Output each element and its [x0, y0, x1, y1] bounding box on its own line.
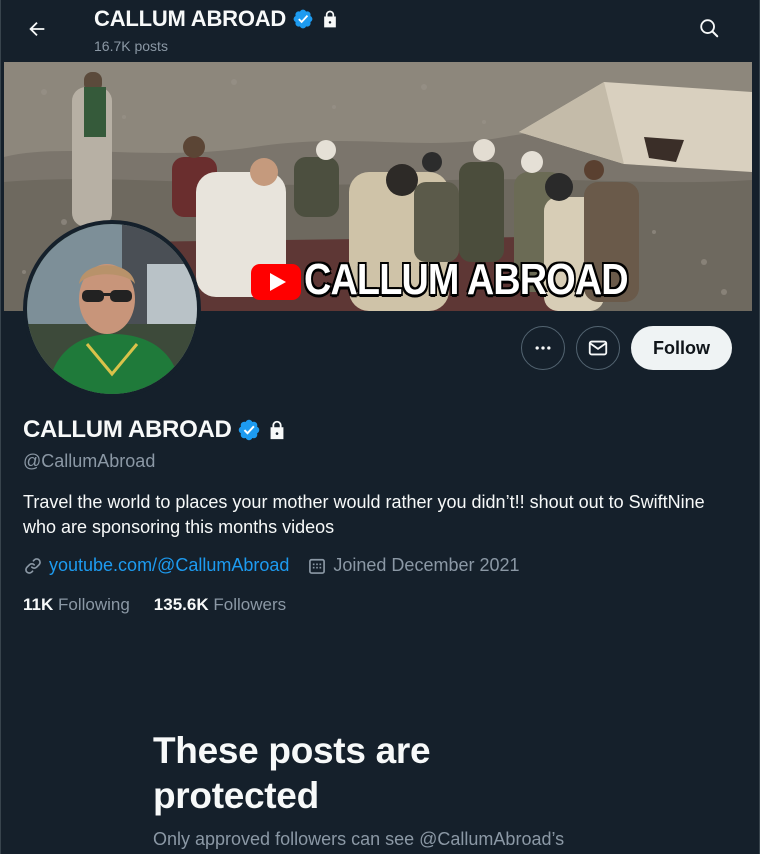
- verified-badge-icon[interactable]: [237, 418, 261, 442]
- following-stat[interactable]: 11K Following: [23, 595, 130, 615]
- lock-icon: [324, 10, 336, 28]
- followers-label: Followers: [213, 595, 287, 614]
- post-count: 16.7K posts: [94, 38, 168, 54]
- protected-subtitle: Only approved followers can see @CallumA…: [153, 829, 565, 849]
- envelope-icon: [588, 340, 608, 356]
- youtube-logo-icon: [251, 264, 301, 300]
- verified-badge-icon: [293, 9, 313, 29]
- follow-button[interactable]: Follow: [631, 326, 732, 370]
- display-name-row: CALLUM ABROAD: [23, 416, 288, 444]
- display-name: CALLUM ABROAD: [23, 416, 232, 443]
- message-button[interactable]: [576, 326, 620, 370]
- protected-title: These posts are protected: [153, 730, 431, 816]
- following-count: 11K: [23, 595, 54, 614]
- more-options-button[interactable]: [521, 326, 565, 370]
- search-button[interactable]: [689, 8, 729, 48]
- profile-page: CALLUM ABROAD 16.7K posts CALLUM ABROAD …: [0, 0, 760, 854]
- lock-icon: [270, 420, 283, 440]
- arrow-left-icon: [29, 21, 45, 37]
- profile-avatar[interactable]: [23, 220, 201, 398]
- joined-date: Joined December 2021: [333, 555, 520, 575]
- joined-item: Joined December 2021: [307, 555, 520, 576]
- banner-overlay-text: CALLUM ABROAD: [304, 255, 629, 304]
- calendar-icon: [309, 558, 326, 574]
- header-name: CALLUM ABROAD: [94, 6, 287, 31]
- avatar-photo: [27, 224, 197, 394]
- more-dots-icon: [535, 346, 551, 350]
- profile-meta: youtube.com/@CallumAbroad Joined Decembe…: [23, 555, 538, 576]
- user-handle: @CallumAbroad: [23, 451, 156, 471]
- follow-stats: 11K Following 135.6K Followers: [23, 595, 310, 615]
- followers-stat[interactable]: 135.6K Followers: [154, 595, 286, 615]
- back-button[interactable]: [17, 9, 57, 49]
- website-item: youtube.com/@CallumAbroad: [23, 555, 289, 576]
- website-link[interactable]: youtube.com/@CallumAbroad: [49, 555, 289, 576]
- top-bar: CALLUM ABROAD 16.7K posts: [1, 0, 760, 62]
- search-icon: [700, 19, 719, 38]
- link-icon: [25, 557, 41, 574]
- user-bio: Travel the world to places your mother w…: [23, 492, 705, 537]
- following-label: Following: [57, 595, 130, 614]
- followers-count: 135.6K: [153, 595, 209, 614]
- header-title: CALLUM ABROAD: [94, 5, 340, 33]
